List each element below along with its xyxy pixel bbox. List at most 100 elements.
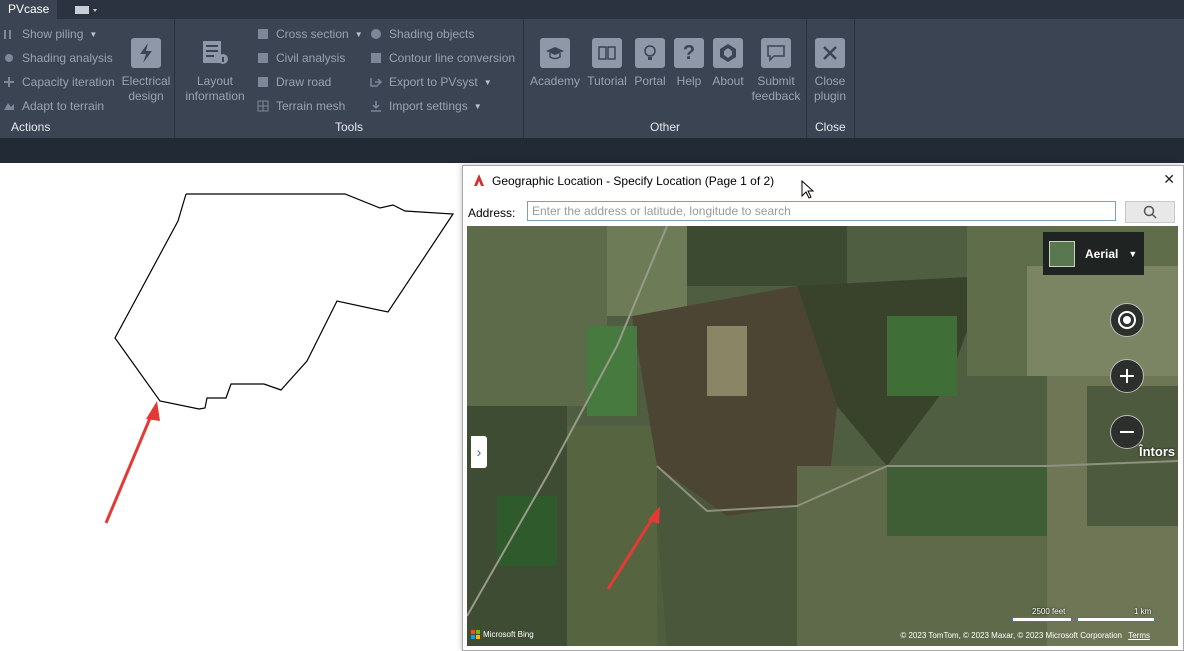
contour-icon bbox=[369, 51, 383, 65]
panel-divider bbox=[174, 19, 175, 138]
portal-button[interactable]: Portal bbox=[630, 38, 670, 89]
site-boundary-polyline[interactable] bbox=[114, 193, 455, 410]
chevron-down-icon: ▼ bbox=[473, 101, 482, 111]
lightning-icon bbox=[131, 38, 161, 68]
chevron-down-icon: ▼ bbox=[89, 29, 98, 39]
logo-icon bbox=[713, 38, 743, 68]
tutorial-label: Tutorial bbox=[587, 74, 627, 88]
export-to-pvsyst-button[interactable]: Export to PVsyst ▼ bbox=[369, 72, 492, 92]
capacity-iteration-button[interactable]: Capacity iteration bbox=[2, 72, 115, 92]
map-annotation-arrow bbox=[606, 506, 660, 590]
panel-toggle-icon[interactable] bbox=[74, 5, 100, 15]
electrical-design-button[interactable]: Electrical design bbox=[118, 38, 174, 104]
terrain-mesh-label: Terrain mesh bbox=[276, 99, 346, 113]
about-label: About bbox=[712, 74, 744, 88]
chat-icon bbox=[761, 38, 791, 68]
panel-label-tools: Tools bbox=[335, 120, 364, 134]
help-button[interactable]: ? Help bbox=[672, 38, 706, 89]
academy-button[interactable]: Academy bbox=[528, 38, 582, 89]
panel-label-actions: Actions bbox=[11, 120, 51, 134]
cross-section-label: Cross section bbox=[276, 27, 349, 41]
adapt-to-terrain-label: Adapt to terrain bbox=[22, 99, 105, 113]
capacity-iteration-label: Capacity iteration bbox=[22, 75, 115, 89]
chevron-down-icon: ▼ bbox=[354, 29, 363, 39]
shading-objects-label: Shading objects bbox=[389, 27, 475, 41]
panel-divider bbox=[806, 19, 807, 138]
about-button[interactable]: About bbox=[708, 38, 748, 89]
import-settings-label: Import settings bbox=[389, 99, 468, 113]
drawing-canvas[interactable] bbox=[0, 163, 462, 649]
geographic-location-dialog: Geographic Location - Specify Location (… bbox=[462, 165, 1184, 651]
export-icon bbox=[369, 75, 383, 89]
map-copyright: © 2023 TomTom, © 2023 Maxar, © 2023 Micr… bbox=[900, 631, 1122, 640]
layout-information-label: Layout information bbox=[185, 74, 245, 103]
submit-feedback-button[interactable]: Submit feedback bbox=[748, 38, 804, 104]
shading-objects-icon bbox=[369, 27, 383, 41]
cross-section-icon bbox=[256, 27, 270, 41]
terms-link[interactable]: Terms bbox=[1128, 631, 1150, 640]
layout-info-icon bbox=[200, 38, 230, 68]
panel-label-close: Close bbox=[815, 120, 846, 134]
command-strip bbox=[0, 138, 1184, 163]
import-icon bbox=[369, 99, 383, 113]
shading-icon bbox=[2, 51, 16, 65]
civil-analysis-icon bbox=[256, 51, 270, 65]
bing-brand-label: Microsoft Bing bbox=[483, 630, 534, 639]
help-label: Help bbox=[676, 74, 702, 88]
aerial-map[interactable]: Aerial ▼ › Întors 2500 feet 1 km Microso… bbox=[467, 226, 1178, 646]
export-to-pvsyst-label: Export to PVsyst bbox=[389, 75, 478, 89]
scale-feet-label: 2500 feet bbox=[1032, 607, 1066, 616]
terrain-icon bbox=[2, 99, 16, 113]
draw-road-button[interactable]: Draw road bbox=[256, 72, 331, 92]
lightbulb-icon bbox=[635, 38, 665, 68]
panel-divider bbox=[854, 19, 855, 138]
terrain-mesh-button[interactable]: Terrain mesh bbox=[256, 96, 345, 116]
close-icon[interactable]: ✕ bbox=[1163, 171, 1175, 188]
scale-bar-feet bbox=[1012, 617, 1072, 622]
cross-section-button[interactable]: Cross section ▼ bbox=[256, 24, 363, 44]
contour-line-conversion-label: Contour line conversion bbox=[389, 51, 516, 65]
electrical-design-label: Electrical design bbox=[121, 74, 171, 103]
shading-objects-button[interactable]: Shading objects bbox=[369, 24, 474, 44]
bing-attribution: Microsoft Bing bbox=[471, 630, 534, 639]
address-search-button[interactable] bbox=[1125, 201, 1175, 223]
mesh-icon bbox=[256, 99, 270, 113]
question-icon: ? bbox=[674, 38, 704, 68]
academy-label: Academy bbox=[529, 74, 581, 88]
tutorial-button[interactable]: Tutorial bbox=[585, 38, 629, 89]
civil-analysis-button[interactable]: Civil analysis bbox=[256, 48, 345, 68]
microsoft-logo-icon bbox=[471, 630, 480, 639]
scale-km-label: 1 km bbox=[1134, 607, 1152, 616]
shading-analysis-button[interactable]: Shading analysis bbox=[2, 48, 113, 68]
layout-information-button[interactable]: Layout information bbox=[182, 38, 248, 104]
annotation-arrow bbox=[104, 401, 160, 524]
import-settings-button[interactable]: Import settings ▼ bbox=[369, 96, 482, 116]
draw-road-label: Draw road bbox=[276, 75, 332, 89]
capacity-icon bbox=[2, 75, 16, 89]
show-piling-button[interactable]: Show piling ▼ bbox=[2, 24, 97, 44]
panel-label-other: Other bbox=[650, 120, 681, 134]
close-plugin-label: Close plugin bbox=[813, 74, 847, 103]
close-icon bbox=[815, 38, 845, 68]
show-piling-label: Show piling bbox=[22, 27, 84, 41]
address-label: Address: bbox=[468, 206, 516, 220]
shading-analysis-label: Shading analysis bbox=[22, 51, 113, 65]
portal-label: Portal bbox=[634, 74, 666, 88]
mouse-cursor-icon bbox=[801, 180, 815, 199]
chevron-down-icon: ▼ bbox=[483, 77, 492, 87]
road-icon bbox=[256, 75, 270, 89]
address-search-input[interactable] bbox=[527, 201, 1116, 221]
dialog-title: Geographic Location - Specify Location (… bbox=[492, 174, 775, 188]
graduation-cap-icon bbox=[540, 38, 570, 68]
civil-analysis-label: Civil analysis bbox=[276, 51, 346, 65]
scale-bar-km bbox=[1077, 617, 1155, 622]
contour-line-conversion-button[interactable]: Contour line conversion bbox=[369, 48, 515, 68]
search-icon bbox=[1143, 205, 1157, 219]
tab-pvcase[interactable]: PVcase bbox=[0, 0, 58, 19]
autocad-logo-icon bbox=[474, 174, 484, 186]
book-icon bbox=[592, 38, 622, 68]
adapt-to-terrain-button[interactable]: Adapt to terrain bbox=[2, 96, 104, 116]
piling-icon bbox=[2, 27, 16, 41]
close-plugin-button[interactable]: Close plugin bbox=[810, 38, 850, 104]
ribbon-tab-bar: PVcase bbox=[0, 0, 1184, 19]
